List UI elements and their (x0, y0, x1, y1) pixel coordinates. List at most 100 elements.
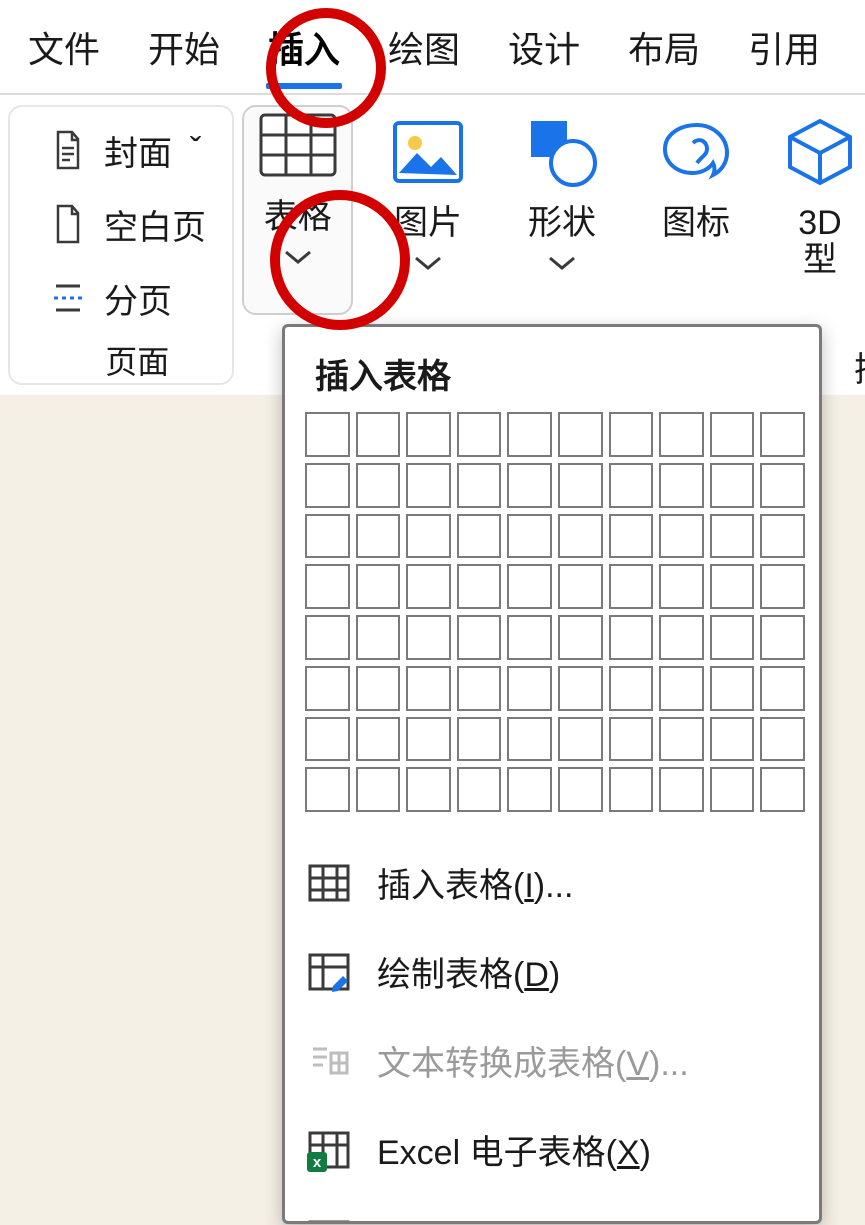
table-grid-cell[interactable] (710, 767, 755, 812)
table-grid-cell[interactable] (457, 463, 502, 508)
table-grid-cell[interactable] (305, 564, 350, 609)
table-grid-cell[interactable] (406, 717, 451, 762)
tab-file[interactable]: 文件 (28, 21, 100, 73)
page-break-button[interactable]: 分页 (50, 261, 172, 335)
shapes-button[interactable]: 形状 (507, 113, 617, 280)
table-grid-cell[interactable] (558, 717, 603, 762)
icons-button[interactable]: 图标 (641, 113, 751, 280)
table-grid-cell[interactable] (710, 463, 755, 508)
table-grid-cell[interactable] (659, 412, 704, 457)
table-grid-cell[interactable] (305, 666, 350, 711)
table-grid-cell[interactable] (609, 615, 654, 660)
table-grid-cell[interactable] (760, 412, 805, 457)
table-grid-cell[interactable] (609, 564, 654, 609)
3d-models-button[interactable]: 3D型 (775, 113, 865, 280)
table-grid-cell[interactable] (457, 514, 502, 559)
table-grid-cell[interactable] (457, 615, 502, 660)
table-grid-cell[interactable] (507, 767, 552, 812)
table-grid-cell[interactable] (558, 412, 603, 457)
table-grid-cell[interactable] (507, 463, 552, 508)
table-grid-cell[interactable] (356, 666, 401, 711)
table-grid-cell[interactable] (659, 514, 704, 559)
table-grid-cell[interactable] (507, 412, 552, 457)
table-grid-cell[interactable] (305, 767, 350, 812)
table-grid-cell[interactable] (558, 767, 603, 812)
table-grid-cell[interactable] (710, 615, 755, 660)
table-grid-cell[interactable] (760, 615, 805, 660)
table-grid-cell[interactable] (760, 463, 805, 508)
table-grid-cell[interactable] (659, 615, 704, 660)
table-grid-cell[interactable] (760, 514, 805, 559)
table-grid-cell[interactable] (507, 717, 552, 762)
table-grid-cell[interactable] (609, 666, 654, 711)
table-grid-cell[interactable] (305, 412, 350, 457)
table-grid-cell[interactable] (457, 666, 502, 711)
table-grid-cell[interactable] (760, 767, 805, 812)
table-grid-cell[interactable] (609, 463, 654, 508)
tab-draw[interactable]: 绘图 (388, 21, 460, 73)
table-size-picker[interactable] (285, 408, 819, 828)
table-grid-cell[interactable] (457, 564, 502, 609)
table-grid-cell[interactable] (305, 463, 350, 508)
table-grid-cell[interactable] (710, 666, 755, 711)
table-grid-cell[interactable] (710, 514, 755, 559)
menu-insert-table[interactable]: 插入表格(I)... (285, 838, 819, 927)
table-grid-cell[interactable] (659, 463, 704, 508)
table-grid-cell[interactable] (406, 615, 451, 660)
table-grid-cell[interactable] (305, 717, 350, 762)
table-grid-cell[interactable] (406, 514, 451, 559)
table-grid-cell[interactable] (659, 767, 704, 812)
table-grid-cell[interactable] (609, 717, 654, 762)
table-grid-cell[interactable] (406, 767, 451, 812)
table-grid-cell[interactable] (356, 767, 401, 812)
table-button[interactable]: 表格 (242, 105, 353, 315)
table-grid-cell[interactable] (609, 514, 654, 559)
tab-home[interactable]: 开始 (148, 21, 220, 73)
table-grid-cell[interactable] (406, 412, 451, 457)
table-grid-cell[interactable] (457, 717, 502, 762)
pictures-button[interactable]: 图片 (373, 113, 483, 280)
table-grid-cell[interactable] (457, 767, 502, 812)
table-grid-cell[interactable] (356, 412, 401, 457)
table-grid-cell[interactable] (558, 615, 603, 660)
table-grid-cell[interactable] (558, 463, 603, 508)
table-grid-cell[interactable] (760, 717, 805, 762)
table-grid-cell[interactable] (760, 666, 805, 711)
table-grid-cell[interactable] (558, 514, 603, 559)
table-grid-cell[interactable] (507, 514, 552, 559)
tab-layout[interactable]: 布局 (628, 21, 700, 73)
table-grid-cell[interactable] (305, 514, 350, 559)
table-grid-cell[interactable] (356, 463, 401, 508)
table-grid-cell[interactable] (356, 514, 401, 559)
table-grid-cell[interactable] (710, 564, 755, 609)
tab-design[interactable]: 设计 (508, 21, 580, 73)
table-grid-cell[interactable] (356, 564, 401, 609)
table-grid-cell[interactable] (507, 666, 552, 711)
table-grid-cell[interactable] (710, 717, 755, 762)
table-grid-cell[interactable] (760, 564, 805, 609)
table-grid-cell[interactable] (457, 412, 502, 457)
table-grid-cell[interactable] (406, 564, 451, 609)
table-grid-cell[interactable] (659, 717, 704, 762)
menu-draw-table[interactable]: 绘制表格(D) (285, 927, 819, 1016)
cover-page-button[interactable]: 封面 ˇ (50, 113, 201, 187)
table-grid-cell[interactable] (558, 666, 603, 711)
table-grid-cell[interactable] (609, 767, 654, 812)
table-grid-cell[interactable] (609, 412, 654, 457)
table-grid-cell[interactable] (356, 717, 401, 762)
tab-insert[interactable]: 插入 (268, 21, 340, 73)
table-grid-cell[interactable] (507, 564, 552, 609)
table-grid-cell[interactable] (659, 666, 704, 711)
table-grid-cell[interactable] (356, 615, 401, 660)
table-grid-cell[interactable] (659, 564, 704, 609)
table-grid-cell[interactable] (305, 615, 350, 660)
table-grid-cell[interactable] (406, 666, 451, 711)
menu-quick-tables[interactable]: 快速表格(T) (285, 1194, 819, 1224)
menu-excel-spreadsheet[interactable]: x Excel 电子表格(X) (285, 1105, 819, 1194)
table-grid-cell[interactable] (710, 412, 755, 457)
table-grid-cell[interactable] (406, 463, 451, 508)
blank-page-button[interactable]: 空白页 (50, 187, 206, 261)
table-grid-cell[interactable] (507, 615, 552, 660)
tab-references[interactable]: 引用 (748, 21, 820, 73)
table-grid-cell[interactable] (558, 564, 603, 609)
